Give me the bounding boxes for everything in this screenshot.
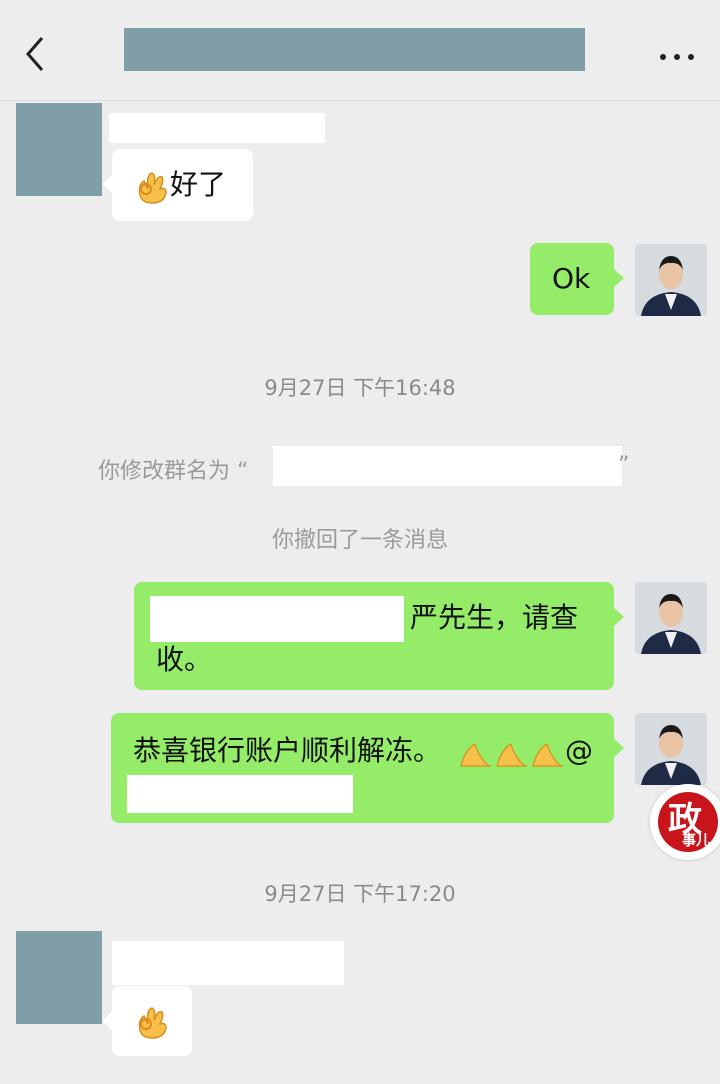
message-bubble[interactable]: 好了 bbox=[102, 149, 253, 221]
chat-header bbox=[0, 0, 720, 101]
timestamp: 9月27日 下午17:20 bbox=[264, 882, 456, 906]
message-text: 恭喜银行账户顺利解冻。 bbox=[133, 734, 442, 767]
pray-hands-icon bbox=[457, 737, 565, 781]
message-bubble[interactable]: 恭喜银行账户顺利解冻。 @ bbox=[111, 713, 624, 823]
avatar[interactable] bbox=[16, 103, 102, 196]
message-text: 严先生，请查 bbox=[410, 601, 579, 634]
timestamp: 9月27日 下午16:48 bbox=[264, 376, 456, 400]
message-text: 收。 bbox=[156, 643, 213, 676]
system-message: 你修改群名为 “ bbox=[98, 453, 248, 485]
avatar[interactable] bbox=[635, 713, 707, 785]
message-bubble[interactable] bbox=[102, 986, 192, 1056]
message-text: 好了 bbox=[170, 168, 227, 201]
avatar[interactable] bbox=[635, 244, 707, 316]
news-watermark-logo: 政 事儿 bbox=[650, 784, 720, 860]
ok-hand-icon bbox=[134, 167, 170, 218]
avatar[interactable] bbox=[635, 582, 707, 654]
group-name-redacted bbox=[273, 446, 622, 486]
redacted-text bbox=[150, 596, 404, 642]
more-icon[interactable] bbox=[655, 48, 699, 60]
system-text: 你修改群名为 “ bbox=[98, 459, 249, 484]
message-bubble[interactable]: 严先生，请查 收。 bbox=[134, 582, 624, 690]
message-text: Ok bbox=[552, 262, 591, 295]
sender-name-redacted bbox=[109, 113, 325, 143]
back-icon[interactable] bbox=[22, 34, 52, 74]
redacted-mention bbox=[127, 775, 353, 813]
avatar[interactable] bbox=[16, 931, 102, 1024]
message-bubble[interactable]: Ok bbox=[530, 243, 624, 315]
mention-symbol: @ bbox=[565, 734, 593, 767]
watermark-subtext: 事儿 bbox=[682, 833, 710, 849]
chat-title-redacted bbox=[124, 28, 585, 71]
system-text: ” bbox=[618, 453, 630, 478]
system-message: 你撤回了一条消息 bbox=[271, 528, 448, 553]
ok-hand-icon bbox=[134, 1002, 170, 1053]
sender-name-redacted bbox=[112, 941, 344, 985]
